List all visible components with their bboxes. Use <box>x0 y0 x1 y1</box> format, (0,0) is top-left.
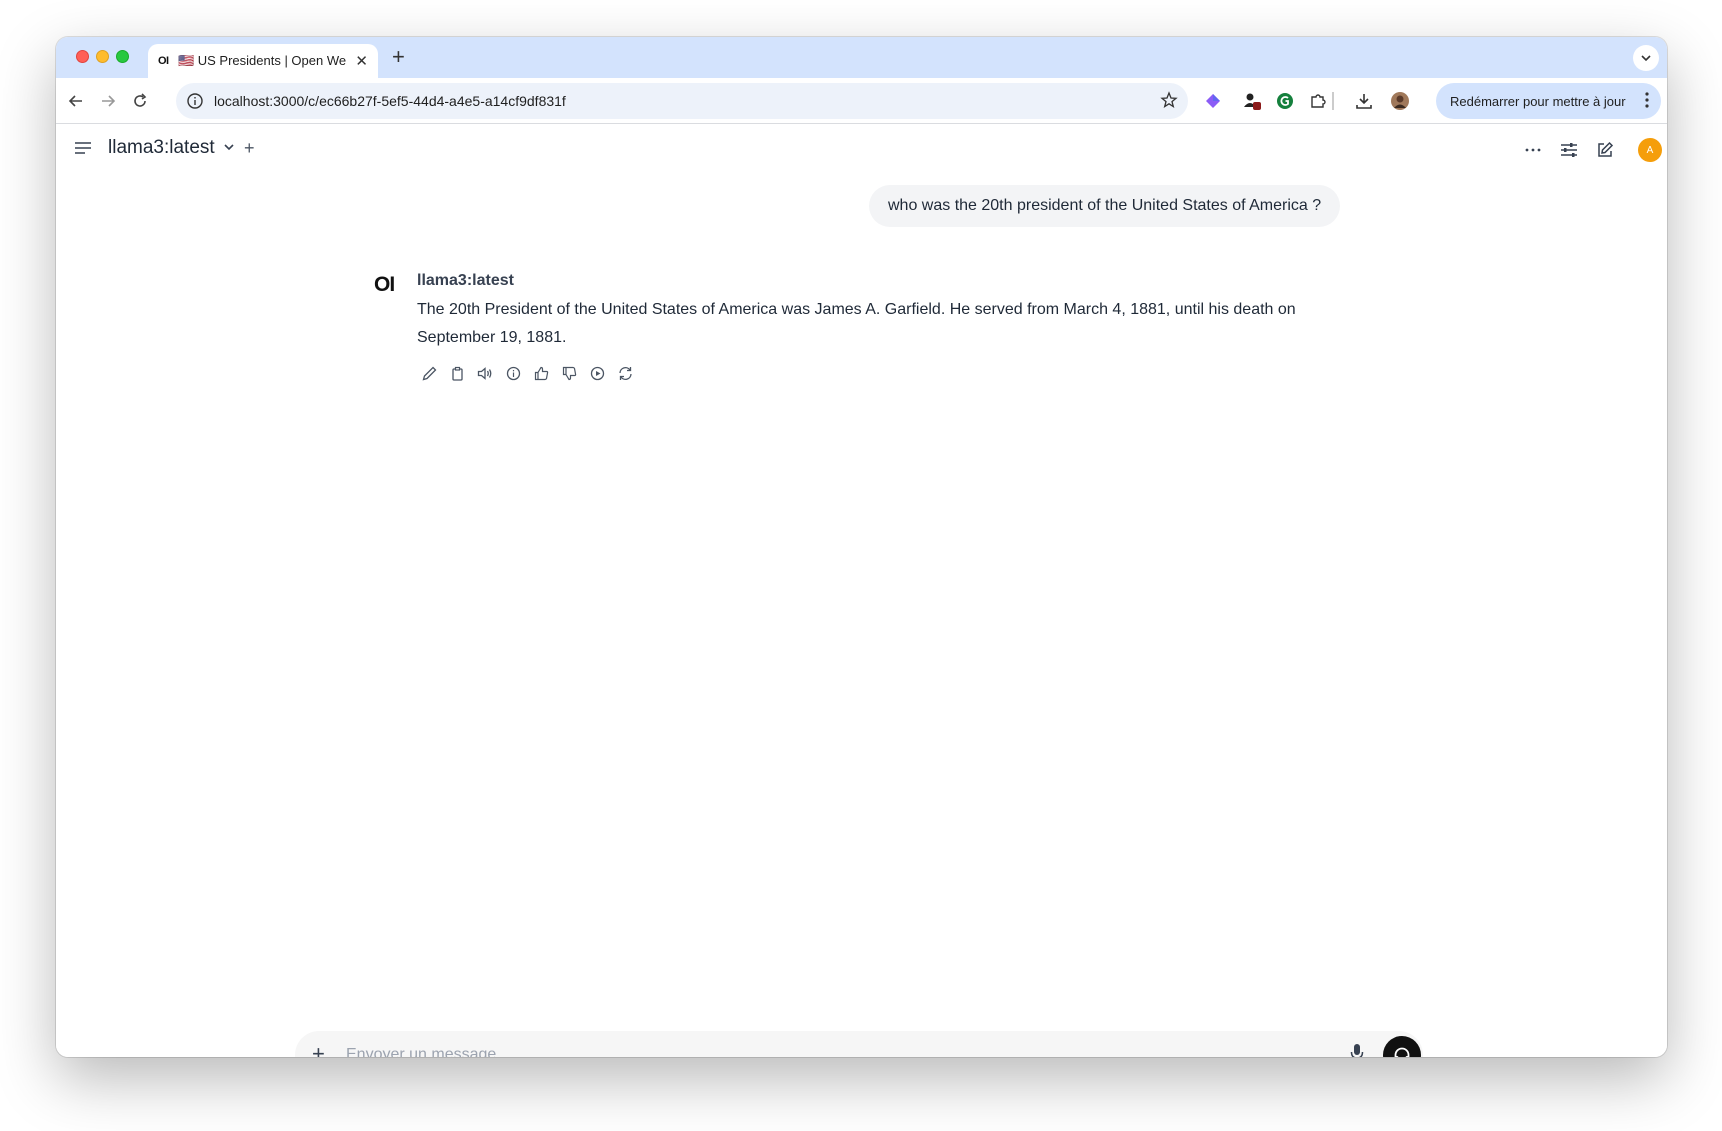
site-info-icon[interactable] <box>186 92 204 110</box>
copy-icon[interactable] <box>447 363 467 383</box>
bookmark-star-icon[interactable] <box>1160 91 1178 114</box>
chevron-down-icon <box>223 137 235 159</box>
maximize-window-button[interactable] <box>116 50 129 63</box>
browser-window: OI 🇺🇸 US Presidents | Open WebUI ✕ + loc… <box>56 37 1667 1057</box>
info-icon[interactable] <box>503 363 523 383</box>
reload-icon[interactable] <box>129 90 151 112</box>
update-button-label: Redémarrer pour mettre à jour <box>1450 93 1626 109</box>
forward-arrow-icon[interactable] <box>97 90 119 112</box>
extension-gem-icon[interactable] <box>1202 90 1224 112</box>
back-arrow-icon[interactable] <box>65 90 87 112</box>
extensions-puzzle-icon[interactable] <box>1307 90 1329 112</box>
user-message-bubble: who was the 20th president of the United… <box>869 185 1341 227</box>
message-composer: + <box>295 1031 1423 1057</box>
restart-to-update-button[interactable]: Redémarrer pour mettre à jour <box>1436 83 1661 119</box>
attach-plus-icon[interactable]: + <box>312 1043 325 1058</box>
profile-avatar-icon[interactable] <box>1389 90 1411 112</box>
open-webui-app: llama3:latest + A who was the 20th presi… <box>56 125 1667 1057</box>
assistant-logo: OI <box>374 273 395 296</box>
thumbs-down-icon[interactable] <box>559 363 579 383</box>
kebab-menu-icon[interactable] <box>1645 92 1649 111</box>
model-name: llama3:latest <box>108 137 215 158</box>
close-window-button[interactable] <box>76 50 89 63</box>
tab-favicon: OI <box>158 55 169 67</box>
extension-profile-icon[interactable] <box>1241 90 1263 112</box>
more-options-icon[interactable] <box>1521 138 1545 162</box>
sidebar-menu-icon[interactable] <box>74 140 92 161</box>
controls-sliders-icon[interactable] <box>1557 138 1581 162</box>
toolbar-divider <box>1332 92 1334 110</box>
tab-search-chevron-icon[interactable] <box>1633 45 1659 71</box>
url-text[interactable]: localhost:3000/c/ec66b27f-5ef5-44d4-a4e5… <box>214 93 566 109</box>
add-model-plus-icon[interactable]: + <box>244 138 255 159</box>
tab-strip: OI 🇺🇸 US Presidents | Open WebUI ✕ + <box>56 37 1667 78</box>
download-icon[interactable] <box>1353 90 1375 112</box>
assistant-model-name: llama3:latest <box>417 272 514 289</box>
play-icon[interactable] <box>587 363 607 383</box>
user-message-text: who was the 20th president of the United… <box>888 197 1322 214</box>
speaker-icon[interactable] <box>475 363 495 383</box>
extension-grammarly-icon[interactable] <box>1274 90 1296 112</box>
microphone-icon[interactable] <box>1350 1043 1364 1057</box>
browser-toolbar: localhost:3000/c/ec66b27f-5ef5-44d4-a4e5… <box>56 78 1667 124</box>
address-bar[interactable]: localhost:3000/c/ec66b27f-5ef5-44d4-a4e5… <box>176 83 1188 119</box>
tab-close-icon[interactable]: ✕ <box>355 52 368 70</box>
tab-title: 🇺🇸 US Presidents | Open WebUI <box>177 53 347 68</box>
minimize-window-button[interactable] <box>96 50 109 63</box>
message-input[interactable] <box>346 1041 1346 1057</box>
active-tab[interactable]: OI 🇺🇸 US Presidents | Open WebUI ✕ <box>148 44 378 78</box>
regenerate-icon[interactable] <box>615 363 635 383</box>
thumbs-up-icon[interactable] <box>531 363 551 383</box>
edit-icon[interactable] <box>419 363 439 383</box>
voice-mode-headphones-icon[interactable] <box>1383 1036 1421 1057</box>
assistant-message-text: The 20th President of the United States … <box>417 301 1296 346</box>
new-chat-edit-icon[interactable] <box>1593 138 1617 162</box>
user-avatar[interactable]: A <box>1638 138 1662 162</box>
model-selector[interactable]: llama3:latest <box>108 137 235 159</box>
new-tab-button[interactable]: + <box>392 44 405 70</box>
message-action-bar <box>419 363 635 383</box>
chat-header: llama3:latest + A <box>56 125 1667 175</box>
